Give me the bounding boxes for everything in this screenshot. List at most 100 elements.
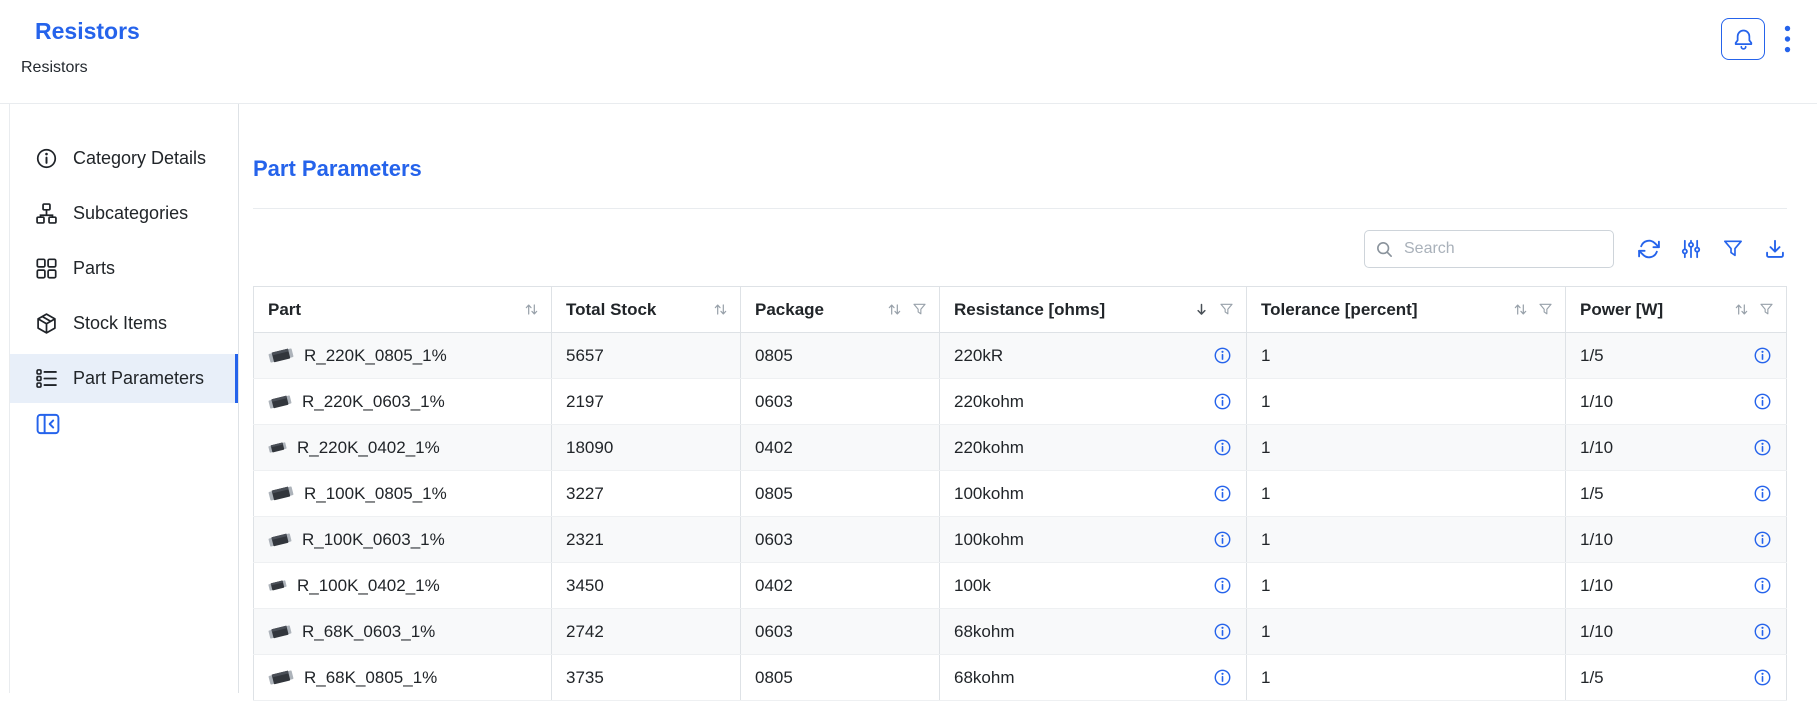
part-name: R_220K_0402_1%: [297, 438, 440, 458]
column-header-power[interactable]: Power [W]: [1566, 287, 1787, 333]
breadcrumb[interactable]: Resistors: [21, 59, 140, 77]
sidebar-collapse-button[interactable]: [35, 411, 61, 437]
notifications-button[interactable]: [1721, 18, 1765, 60]
column-header-resistance[interactable]: Resistance [ohms]: [940, 287, 1247, 333]
resistance-cell: 220kohm: [940, 379, 1247, 425]
package-cell: 0805: [741, 333, 940, 379]
part-cell: R_68K_0603_1%: [254, 609, 552, 655]
sort-desc-icon[interactable]: [1194, 302, 1209, 317]
column-label: Part: [268, 300, 301, 320]
sort-icon[interactable]: [524, 302, 539, 317]
total-stock-value: 2742: [566, 622, 604, 641]
info-icon[interactable]: [1753, 530, 1772, 549]
refresh-button[interactable]: [1637, 237, 1661, 261]
sidebar-item-label: Subcategories: [73, 203, 188, 224]
sidebar-item-label: Part Parameters: [73, 368, 204, 389]
package-value: 0603: [755, 622, 793, 641]
sidebar-item-parts[interactable]: Parts: [10, 244, 238, 293]
info-icon[interactable]: [1213, 668, 1232, 687]
table-row[interactable]: R_100K_0402_1% 3450 0402 100k 1 1/10: [254, 563, 1787, 609]
table-row[interactable]: R_220K_0402_1% 18090 0402 220kohm 1 1/10: [254, 425, 1787, 471]
part-cell: R_220K_0603_1%: [254, 379, 552, 425]
hierarchy-icon: [35, 202, 58, 225]
power-cell: 1/5: [1566, 333, 1787, 379]
power-cell: 1/5: [1566, 471, 1787, 517]
sidebar-item-category-details[interactable]: Category Details: [10, 134, 238, 183]
table-row[interactable]: R_68K_0805_1% 3735 0805 68kohm 1 1/5: [254, 655, 1787, 701]
part-name: R_100K_0805_1%: [304, 484, 447, 504]
column-header-package[interactable]: Package: [741, 287, 940, 333]
kebab-menu-icon: [1784, 25, 1791, 53]
info-icon[interactable]: [1753, 576, 1772, 595]
sort-icon[interactable]: [887, 302, 902, 317]
table-row[interactable]: R_68K_0603_1% 2742 0603 68kohm 1 1/10: [254, 609, 1787, 655]
info-icon[interactable]: [1213, 346, 1232, 365]
power-cell: 1/10: [1566, 425, 1787, 471]
info-icon[interactable]: [1753, 438, 1772, 457]
package-cell: 0603: [741, 379, 940, 425]
column-settings-button[interactable]: [1679, 237, 1703, 261]
column-label: Total Stock: [566, 300, 656, 320]
download-button[interactable]: [1763, 237, 1787, 261]
info-icon[interactable]: [1213, 622, 1232, 641]
sidebar-item-stock-items[interactable]: Stock Items: [10, 299, 238, 348]
filter-icon: [1722, 238, 1744, 260]
total-stock-cell: 18090: [552, 425, 741, 471]
sidebar-item-subcategories[interactable]: Subcategories: [10, 189, 238, 238]
column-header-total-stock[interactable]: Total Stock: [552, 287, 741, 333]
part-cell: R_68K_0805_1%: [254, 655, 552, 701]
table-row[interactable]: R_220K_0805_1% 5657 0805 220kR 1 1/5: [254, 333, 1787, 379]
sort-icon[interactable]: [1513, 302, 1528, 317]
total-stock-cell: 2742: [552, 609, 741, 655]
power-cell: 1/10: [1566, 517, 1787, 563]
info-icon[interactable]: [1753, 622, 1772, 641]
filter-icon[interactable]: [912, 302, 927, 317]
sort-icon[interactable]: [1734, 302, 1749, 317]
filter-button[interactable]: [1721, 237, 1745, 261]
filter-icon[interactable]: [1759, 302, 1774, 317]
package-cell: 0402: [741, 425, 940, 471]
tolerance-value: 1: [1261, 484, 1270, 503]
info-icon[interactable]: [1213, 392, 1232, 411]
sidebar-collapse-icon: [35, 411, 61, 437]
info-icon[interactable]: [1753, 484, 1772, 503]
part-name: R_68K_0603_1%: [302, 622, 435, 642]
info-icon[interactable]: [1213, 438, 1232, 457]
part-thumbnail-icon: [267, 440, 288, 455]
filter-icon[interactable]: [1219, 302, 1234, 317]
overflow-menu-button[interactable]: [1782, 18, 1793, 56]
part-name: R_100K_0603_1%: [302, 530, 445, 550]
parameters-table-wrap: Part Total Stock: [253, 286, 1787, 701]
search-input[interactable]: [1402, 239, 1603, 259]
info-icon[interactable]: [1213, 576, 1232, 595]
column-header-part[interactable]: Part: [254, 287, 552, 333]
package-value: 0402: [755, 438, 793, 457]
resistance-value: 100kohm: [954, 530, 1024, 550]
filter-icon[interactable]: [1538, 302, 1553, 317]
title-block: Resistors Resistors: [0, 0, 140, 103]
tolerance-value: 1: [1261, 668, 1270, 687]
table-row[interactable]: R_100K_0603_1% 2321 0603 100kohm 1 1/10: [254, 517, 1787, 563]
table-row[interactable]: R_100K_0805_1% 3227 0805 100kohm 1 1/5: [254, 471, 1787, 517]
total-stock-value: 3450: [566, 576, 604, 595]
page-title: Resistors: [35, 18, 140, 44]
info-icon[interactable]: [1753, 392, 1772, 411]
column-header-tolerance[interactable]: Tolerance [percent]: [1247, 287, 1566, 333]
info-icon[interactable]: [1213, 484, 1232, 503]
package-cell: 0805: [741, 471, 940, 517]
sort-icon[interactable]: [713, 302, 728, 317]
main-panel: Part Parameters: [239, 104, 1817, 693]
total-stock-cell: 3227: [552, 471, 741, 517]
sidebar-item-part-parameters[interactable]: Part Parameters: [10, 354, 238, 403]
sidebar: Category Details Subcategories Parts Sto…: [10, 104, 239, 693]
part-cell: R_220K_0805_1%: [254, 333, 552, 379]
info-icon[interactable]: [1753, 346, 1772, 365]
list-details-icon: [35, 367, 58, 390]
sidebar-item-label: Parts: [73, 258, 115, 279]
resistance-value: 220kR: [954, 346, 1003, 366]
info-icon[interactable]: [1213, 530, 1232, 549]
info-icon[interactable]: [1753, 668, 1772, 687]
power-cell: 1/10: [1566, 379, 1787, 425]
table-row[interactable]: R_220K_0603_1% 2197 0603 220kohm 1 1/10: [254, 379, 1787, 425]
power-cell: 1/5: [1566, 655, 1787, 701]
